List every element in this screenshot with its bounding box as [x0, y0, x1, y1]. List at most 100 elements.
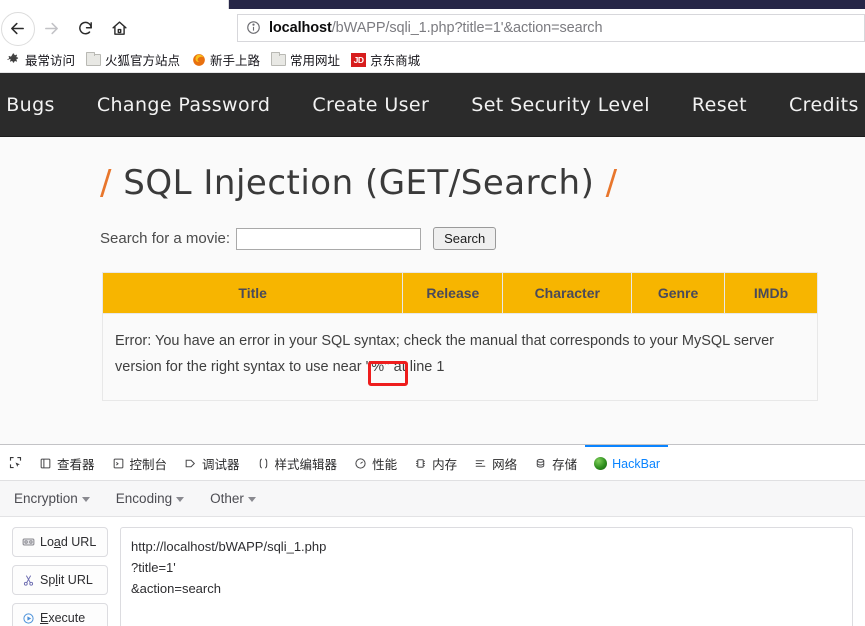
tab-debugger[interactable]: 调试器	[175, 445, 248, 480]
folder-icon	[86, 51, 102, 67]
table-header-release: Release	[402, 272, 504, 314]
table-header-row: Title Release Character Genre IMDb	[101, 272, 818, 314]
tab-label: 调试器	[202, 458, 240, 472]
load-url-icon	[19, 534, 37, 550]
tab-label: 性能	[372, 458, 398, 472]
table-header-title: Title	[101, 272, 404, 314]
site-nav-reset[interactable]: Reset	[692, 94, 747, 116]
site-nav-create-user[interactable]: Create User	[312, 94, 429, 116]
back-button[interactable]	[0, 12, 35, 46]
devtools-panel: 查看器 控制台 调试器 样式编辑器 性能 内存 网络 存储 HackBar En…	[0, 444, 865, 626]
inspector-icon	[38, 456, 53, 471]
debugger-icon	[183, 456, 198, 471]
sql-error-message: Error: You have an error in your SQL syn…	[102, 313, 818, 401]
title-slash-right: /	[605, 163, 618, 203]
devtools-tabbar: 查看器 控制台 调试器 样式编辑器 性能 内存 网络 存储 HackBar	[0, 445, 865, 481]
bookmarks-bar: 最常访问 火狐官方站点 新手上路 常用网址 JD 京东商城	[0, 47, 865, 73]
style-editor-icon	[256, 456, 271, 471]
storage-icon	[533, 456, 548, 471]
gear-icon	[6, 52, 21, 67]
element-picker-icon[interactable]	[0, 445, 30, 480]
tab-storage[interactable]: 存储	[525, 445, 585, 480]
url-path: /bWAPP/sqli_1.php?title=1'&action=search	[331, 20, 603, 36]
hackbar-button-column: Load URL Split URL Execute	[12, 527, 108, 626]
load-url-button[interactable]: Load URL	[12, 527, 108, 557]
browser-window: localhost/bWAPP/sqli_1.php?title=1'&acti…	[0, 0, 865, 626]
table-header-imdb: IMDb	[724, 272, 818, 314]
chevron-down-icon	[247, 496, 256, 502]
bookmark-firefox-official[interactable]: 火狐官方站点	[86, 50, 180, 69]
url-text: localhost/bWAPP/sqli_1.php?title=1'&acti…	[269, 20, 602, 36]
table-header-genre: Genre	[631, 272, 726, 314]
hackbar-url-textarea[interactable]: http://localhost/bWAPP/sqli_1.php ?title…	[120, 527, 853, 626]
tab-console[interactable]: 控制台	[103, 445, 176, 480]
tab-label: 控制台	[129, 458, 168, 472]
page-content: / SQL Injection (GET/Search) / Search fo…	[0, 137, 865, 444]
split-url-button[interactable]: Split URL	[12, 565, 108, 595]
tab-label: 存储	[552, 458, 578, 472]
page-title: / SQL Injection (GET/Search) /	[100, 163, 865, 203]
other-menu[interactable]: Other	[210, 491, 256, 506]
bookmark-getting-started[interactable]: 新手上路	[191, 50, 260, 69]
site-nav-set-security-level[interactable]: Set Security Level	[471, 94, 650, 116]
tab-label: 样式编辑器	[274, 458, 338, 472]
table-row: Error: You have an error in your SQL syn…	[102, 313, 818, 401]
tab-inspector[interactable]: 查看器	[30, 445, 103, 480]
results-table: Title Release Character Genre IMDb Error…	[101, 272, 818, 401]
chevron-down-icon	[176, 496, 185, 502]
forward-button	[34, 13, 68, 43]
bookmark-label: 新手上路	[210, 54, 261, 68]
bookmark-common-sites[interactable]: 常用网址	[271, 50, 340, 69]
search-button[interactable]: Search	[433, 227, 497, 250]
search-input[interactable]	[236, 227, 422, 250]
site-nav-change-password[interactable]: Change Password	[97, 94, 271, 116]
browser-tab[interactable]	[228, 0, 865, 9]
site-navigation: Bugs Change Password Create User Set Sec…	[0, 73, 865, 137]
tab-label: 内存	[432, 458, 458, 472]
bookmark-label: 火狐官方站点	[105, 54, 181, 68]
hackbar-body: Load URL Split URL Execute http://localh…	[0, 517, 865, 626]
encryption-menu-label: Encryption	[14, 491, 78, 506]
execute-button[interactable]: Execute	[12, 603, 108, 626]
bookmark-most-visited[interactable]: 最常访问	[6, 50, 75, 69]
load-url-label: Load URL	[40, 535, 97, 549]
site-nav-credits[interactable]: Credits	[789, 94, 859, 116]
encoding-menu-label: Encoding	[115, 491, 173, 506]
tab-style-editor[interactable]: 样式编辑器	[248, 445, 346, 480]
tab-memory[interactable]: 内存	[405, 445, 465, 480]
bookmark-label: 京东商城	[370, 54, 421, 68]
site-nav-bugs[interactable]: Bugs	[6, 94, 55, 116]
title-slash-left: /	[100, 163, 112, 203]
tab-label: 网络	[492, 458, 518, 472]
encoding-menu[interactable]: Encoding	[115, 491, 185, 506]
network-icon	[473, 456, 488, 471]
title-text: SQL Injection (GET/Search)	[123, 163, 595, 203]
tab-label: HackBar	[612, 456, 661, 471]
address-bar[interactable]: localhost/bWAPP/sqli_1.php?title=1'&acti…	[237, 14, 865, 42]
hackbar-icon	[593, 456, 608, 471]
memory-icon	[413, 456, 428, 471]
tab-performance[interactable]: 性能	[345, 445, 405, 480]
encryption-menu[interactable]: Encryption	[14, 491, 90, 506]
split-url-icon	[19, 572, 37, 588]
home-button[interactable]	[102, 13, 136, 43]
chevron-down-icon	[81, 496, 90, 502]
jd-badge-icon: JD	[351, 52, 367, 67]
tab-label: 查看器	[57, 458, 95, 472]
reload-button[interactable]	[68, 13, 102, 43]
folder-icon	[271, 51, 287, 67]
hackbar-toolbar: Encryption Encoding Other	[0, 481, 865, 517]
info-icon[interactable]	[246, 20, 262, 36]
tab-network[interactable]: 网络	[465, 445, 525, 480]
url-host: localhost	[269, 20, 332, 36]
tab-hackbar[interactable]: HackBar	[585, 445, 669, 480]
split-url-label: Split URL	[40, 573, 93, 587]
table-header-character: Character	[502, 272, 633, 314]
search-label: Search for a movie:	[100, 230, 231, 247]
console-icon	[111, 456, 126, 471]
search-form: Search for a movie: Search	[100, 227, 865, 250]
execute-label: Execute	[40, 611, 86, 625]
page-viewport: Bugs Change Password Create User Set Sec…	[0, 73, 865, 444]
bookmark-jd[interactable]: JD 京东商城	[351, 50, 420, 69]
firefox-icon	[191, 52, 206, 67]
